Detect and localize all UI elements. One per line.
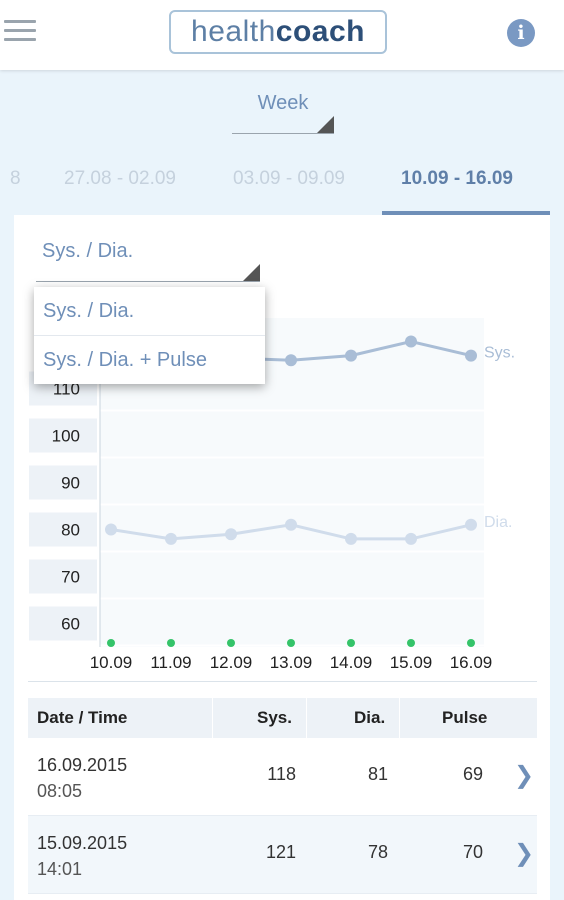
x-tick-label: 13.09 — [270, 653, 313, 672]
x-tick-label: 12.09 — [210, 653, 253, 672]
row-date: 16.09.2015 — [37, 755, 128, 775]
option-sys-dia-pulse[interactable]: Sys. / Dia. + Pulse — [34, 335, 265, 383]
x-marker-dot — [167, 639, 175, 647]
series-point-1 — [465, 518, 477, 531]
row-time: 14:01 — [37, 859, 83, 879]
column-separator — [306, 698, 307, 738]
table-row[interactable]: 15.09.2015 14:01 121 78 70 ❯ — [28, 816, 537, 894]
row-date: 15.09.2015 — [37, 833, 128, 853]
sys-cell: 121 — [265, 842, 296, 862]
x-tick-label: 15.09 — [390, 653, 433, 672]
series-point-1 — [405, 532, 417, 545]
healthcoach-logo: healthcoach — [169, 10, 387, 54]
chevron-right-icon[interactable]: ❯ — [514, 839, 534, 868]
table-header: Date / Time Sys. Dia. Pulse — [28, 698, 537, 738]
date-cell: 15.09.2015 14:01 — [37, 830, 127, 882]
dropdown-corner-icon — [243, 264, 260, 281]
x-marker-dot — [227, 639, 235, 647]
metric-select[interactable]: Sys. / Dia. — [36, 236, 260, 282]
row-time: 08:05 — [37, 781, 83, 801]
column-separator — [399, 698, 400, 738]
series-point-1 — [165, 532, 177, 545]
divider — [28, 681, 537, 682]
series-point-0 — [345, 349, 357, 362]
week-tab-27-08[interactable]: 27.08 - 02.09 — [64, 168, 176, 190]
series-point-1 — [105, 523, 117, 536]
dia-cell: 81 — [367, 764, 388, 784]
x-marker-dot — [287, 639, 295, 647]
y-tick-label: 90 — [61, 474, 80, 493]
x-tick-label: 16.09 — [450, 653, 493, 672]
series-point-0 — [285, 354, 297, 367]
metric-dropdown-menu: Sys. / Dia. Sys. / Dia. + Pulse — [34, 287, 265, 384]
x-marker-dot — [107, 639, 115, 647]
top-bar: healthcoach i — [0, 0, 564, 70]
series-point-1 — [225, 528, 237, 541]
x-marker-dot — [467, 639, 475, 647]
period-select[interactable]: Week — [232, 88, 334, 134]
series-label: Sys. — [484, 345, 515, 362]
y-tick-label: 80 — [61, 521, 80, 540]
header-dia: Dia. — [354, 708, 386, 727]
x-tick-label: 10.09 — [90, 653, 133, 672]
dropdown-corner-icon — [317, 116, 334, 133]
y-tick-label: 70 — [61, 568, 80, 587]
column-separator — [212, 698, 213, 738]
header-pulse: Pulse — [442, 708, 488, 727]
week-tab-03-09[interactable]: 03.09 - 09.09 — [233, 168, 345, 190]
series-point-0 — [405, 335, 417, 348]
x-marker-dot — [407, 639, 415, 647]
date-cell: 16.09.2015 08:05 — [37, 752, 127, 804]
x-tick-label: 14.09 — [330, 653, 373, 672]
header-date-time: Date / Time — [37, 708, 128, 727]
series-point-0 — [465, 349, 477, 362]
sys-cell: 118 — [267, 764, 296, 784]
x-marker-dot — [347, 639, 355, 647]
chevron-right-icon[interactable]: ❯ — [514, 761, 534, 790]
metric-select-value: Sys. / Dia. — [42, 240, 134, 262]
measurements-table: Date / Time Sys. Dia. Pulse 16.09.2015 0… — [28, 698, 537, 894]
pulse-cell: 70 — [462, 842, 483, 862]
series-point-1 — [345, 532, 357, 545]
y-tick-label: 60 — [61, 615, 80, 634]
y-tick-label: 100 — [52, 427, 80, 446]
series-point-1 — [285, 518, 297, 531]
table-row[interactable]: 16.09.2015 08:05 118 81 69 ❯ — [28, 738, 537, 816]
week-tab-10-09[interactable]: 10.09 - 16.09 — [401, 168, 513, 190]
pulse-cell: 69 — [462, 764, 483, 784]
option-sys-dia[interactable]: Sys. / Dia. — [34, 287, 265, 335]
hamburger-menu-icon[interactable] — [4, 20, 36, 44]
dia-cell: 78 — [367, 842, 388, 862]
series-label: Dia. — [484, 514, 512, 531]
header-sys: Sys. — [257, 708, 292, 727]
info-icon[interactable]: i — [507, 19, 535, 47]
period-select-value: Week — [257, 92, 309, 114]
x-tick-label: 11.09 — [150, 653, 191, 672]
week-tab-partial[interactable]: 8 — [10, 168, 21, 190]
